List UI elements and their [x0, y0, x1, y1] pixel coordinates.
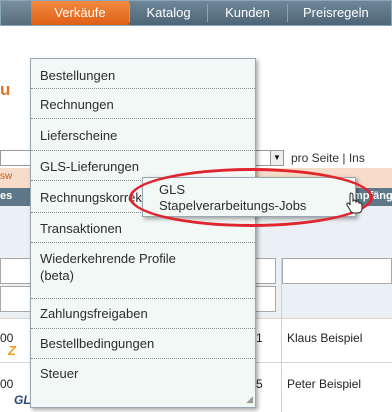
hand-pointer-icon — [346, 192, 363, 214]
menu-item-wiederkehrende-profile[interactable]: Wiederkehrende Profile (beta) — [31, 243, 255, 299]
gls-submenu[interactable]: GLS Stapelverarbeitungs-Jobs — [142, 177, 356, 217]
per-page-next-text: Ins — [348, 151, 365, 165]
submenu-line-stapelverarbeitungs-jobs: Stapelverarbeitungs-Jobs — [159, 198, 307, 213]
menu-item-bestellbedingungen[interactable]: Bestellbedingungen — [31, 329, 255, 359]
menu-item-lieferscheine[interactable]: Lieferscheine — [31, 119, 255, 151]
column-divider — [281, 258, 282, 412]
top-navigation-bar: Verkäufe Katalog Kunden Preisregeln — [0, 0, 392, 26]
per-page-separator: | — [342, 151, 346, 165]
action-row-fragment: sw — [0, 171, 13, 182]
submenu-line-gls: GLS — [159, 182, 186, 197]
row-customer-name: Peter Beispiel — [287, 377, 362, 391]
nav-tab-katalog[interactable]: Katalog — [130, 1, 207, 25]
row-number: 1 — [256, 331, 263, 345]
row-number: 5 — [256, 377, 263, 391]
menu-item-steuer[interactable]: Steuer — [31, 359, 255, 389]
nav-left-strip — [1, 1, 31, 25]
per-page-label: pro Seite | Ins — [291, 151, 365, 165]
filter-input-rechnungsempfaenger[interactable] — [282, 258, 392, 284]
nav-tab-verkaeufe[interactable]: Verkäufe — [31, 1, 129, 25]
resize-grip-icon: ◢ — [246, 394, 253, 404]
header-fragment-es: es — [0, 190, 13, 202]
menu-item-transaktionen[interactable]: Transaktionen — [31, 213, 255, 243]
dropdown-arrow-icon[interactable]: ▼ — [270, 151, 283, 165]
nav-tab-kunden[interactable]: Kunden — [208, 1, 287, 25]
menu-item-zahlungsfreigaben[interactable]: Zahlungsfreigaben — [31, 299, 255, 329]
row-customer-name: Klaus Beispiel — [287, 331, 363, 345]
per-page-text: pro Seite — [291, 151, 340, 165]
gls-logo-icon: Z — [8, 343, 16, 358]
menu-item-bestellungen[interactable]: Bestellungen — [31, 63, 255, 89]
nav-tab-preisregeln[interactable]: Preisregeln — [288, 1, 392, 25]
row-id: 00 — [0, 377, 14, 391]
menu-item-rechnungen[interactable]: Rechnungen — [31, 89, 255, 119]
verkaeufe-dropdown-menu: Bestellungen Rechnungen Lieferscheine GL… — [30, 58, 256, 408]
page-title-fragment: u — [0, 80, 11, 99]
